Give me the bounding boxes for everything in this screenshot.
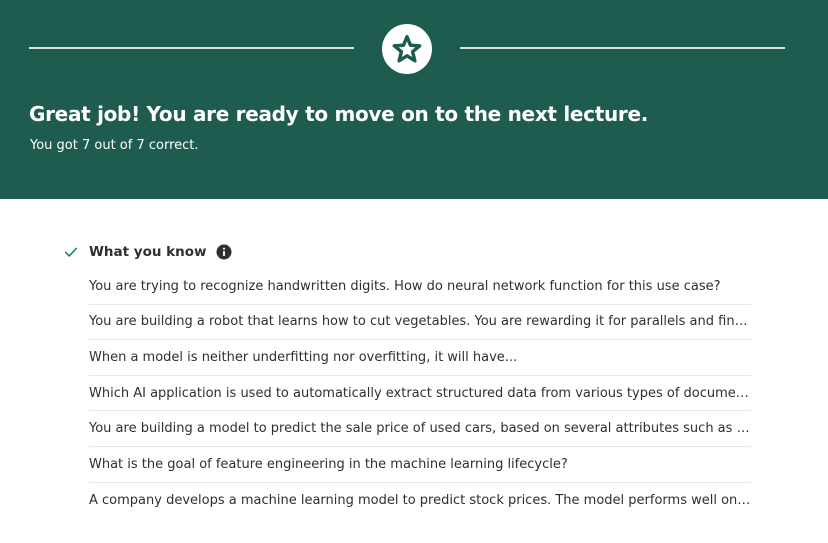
star-badge <box>382 24 432 74</box>
question-item[interactable]: Which AI application is used to automati… <box>89 376 751 412</box>
question-text: Which AI application is used to automati… <box>89 385 751 401</box>
question-item[interactable]: You are trying to recognize handwritten … <box>89 269 751 305</box>
score-text: You got 7 out of 7 correct. <box>30 138 199 153</box>
results-banner: Great job! You are ready to move on to t… <box>0 0 828 199</box>
question-text: You are building a robot that learns how… <box>89 314 751 330</box>
question-text: You are trying to recognize handwritten … <box>89 278 721 294</box>
question-text: When a model is neither underfitting nor… <box>89 349 518 365</box>
question-text: A company develops a machine learning mo… <box>89 492 751 508</box>
section-header: What you know <box>64 236 764 268</box>
question-item[interactable]: When a model is neither underfitting nor… <box>89 340 751 376</box>
question-list: You are trying to recognize handwritten … <box>89 269 751 518</box>
question-item[interactable]: What is the goal of feature engineering … <box>89 447 751 483</box>
question-item[interactable]: A company develops a machine learning mo… <box>89 483 751 519</box>
section-title: What you know <box>89 244 207 260</box>
question-item[interactable]: You are building a robot that learns how… <box>89 305 751 341</box>
star-icon <box>392 35 422 63</box>
question-item[interactable]: You are building a model to predict the … <box>89 411 751 447</box>
question-text: You are building a model to predict the … <box>89 421 751 437</box>
divider-right <box>460 47 785 49</box>
divider-left <box>29 47 354 49</box>
info-icon[interactable] <box>216 244 232 260</box>
result-headline: Great job! You are ready to move on to t… <box>29 102 649 126</box>
check-icon <box>64 244 80 260</box>
question-text: What is the goal of feature engineering … <box>89 456 568 472</box>
what-you-know-section: What you know <box>64 236 764 268</box>
